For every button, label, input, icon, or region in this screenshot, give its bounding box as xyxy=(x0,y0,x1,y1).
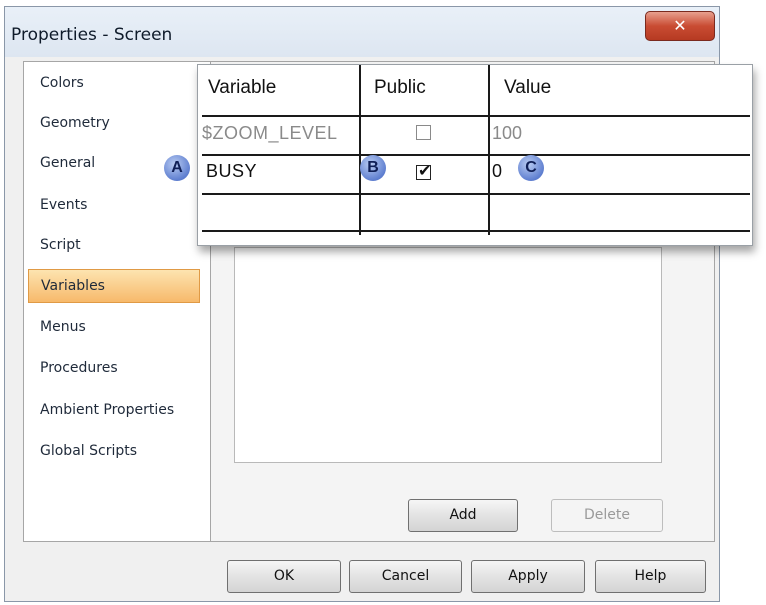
nav-item-colors[interactable]: Colors xyxy=(28,66,200,100)
callout-a: A xyxy=(164,155,190,181)
variables-table-zoom: Variable Public Value $ZOOM_LEVEL 100 BU… xyxy=(197,64,753,246)
empty-public-cell[interactable] xyxy=(362,197,486,229)
ok-button[interactable]: OK xyxy=(227,560,341,593)
public-checkbox[interactable] xyxy=(416,125,431,140)
nav-item-script[interactable]: Script xyxy=(28,228,200,262)
nav-item-variables[interactable]: Variables xyxy=(28,269,200,303)
public-checkbox[interactable]: ✔ xyxy=(416,161,431,180)
value-cell-busy[interactable]: 0 xyxy=(492,161,502,182)
apply-button[interactable]: Apply xyxy=(471,560,585,593)
footer-divider xyxy=(23,541,713,542)
empty-variable-cell[interactable] xyxy=(202,197,357,229)
empty-value-cell[interactable] xyxy=(491,197,749,229)
variables-list-area[interactable] xyxy=(234,247,662,463)
delete-button[interactable]: Delete xyxy=(551,499,663,532)
column-header-value: Value xyxy=(504,77,552,98)
value-cell-zoom-level[interactable]: 100 xyxy=(492,123,522,144)
add-button[interactable]: Add xyxy=(408,499,518,532)
variable-name-zoom-level[interactable]: $ZOOM_LEVEL xyxy=(202,123,338,144)
close-button[interactable]: ✕ xyxy=(645,11,715,41)
nav-item-geometry[interactable]: Geometry xyxy=(28,106,200,140)
column-divider xyxy=(488,65,490,235)
header-row-line xyxy=(202,115,750,117)
title-bar: Properties - Screen ✕ xyxy=(5,7,719,57)
window-title: Properties - Screen xyxy=(11,25,173,45)
nav-item-ambient-properties[interactable]: Ambient Properties xyxy=(28,393,200,427)
checkmark-icon: ✔ xyxy=(418,161,432,180)
row-line xyxy=(202,154,750,156)
help-button[interactable]: Help xyxy=(595,560,706,593)
cancel-button[interactable]: Cancel xyxy=(349,560,462,593)
row-line xyxy=(202,193,750,195)
nav-item-menus[interactable]: Menus xyxy=(28,310,200,344)
column-header-public: Public xyxy=(374,77,426,98)
nav-item-global-scripts[interactable]: Global Scripts xyxy=(28,434,200,468)
close-icon: ✕ xyxy=(673,16,687,35)
column-divider xyxy=(359,65,361,235)
category-list: Colors Geometry General Events Script Va… xyxy=(24,62,211,541)
row-line xyxy=(202,230,750,232)
nav-item-events[interactable]: Events xyxy=(28,188,200,222)
callout-b: B xyxy=(360,155,386,181)
nav-item-procedures[interactable]: Procedures xyxy=(28,351,200,385)
variable-name-busy[interactable]: BUSY xyxy=(206,161,257,182)
callout-c: C xyxy=(518,155,544,181)
column-header-variable: Variable xyxy=(208,77,277,98)
